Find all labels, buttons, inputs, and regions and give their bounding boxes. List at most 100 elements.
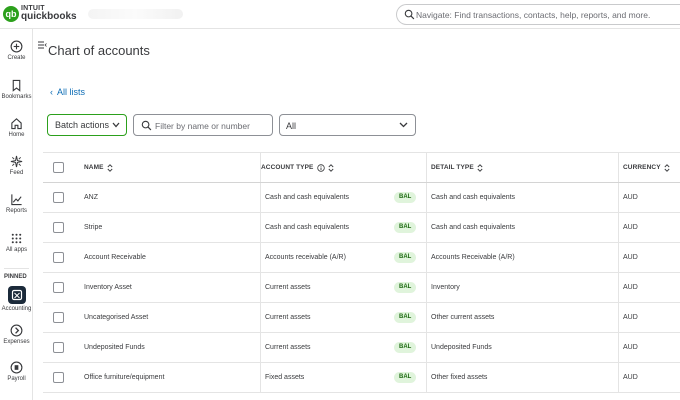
currency: AUD (623, 344, 638, 351)
row-checkbox-cell (53, 273, 73, 302)
account-name[interactable]: Inventory Asset (84, 273, 254, 302)
account-type-cell: Fixed assets BAL (260, 363, 426, 392)
top-bar: qb INTUIT quickbooks (0, 0, 680, 29)
table-header-row: NAME ACCOUNT TYPE DETAIL TYPE CURRENCY (43, 152, 680, 183)
detail-type-cell: Cash and cash equivalents (426, 183, 618, 212)
filter-field[interactable] (133, 114, 273, 136)
nav-item-home[interactable]: Home (0, 117, 33, 138)
table-row[interactable]: Undeposited Funds Current assets BAL Unde… (43, 333, 680, 363)
row-checkbox[interactable] (53, 192, 64, 203)
info-icon[interactable] (317, 163, 326, 172)
detail-type: Cash and cash equivalents (431, 194, 516, 201)
batch-actions-button[interactable]: Batch actions (47, 114, 127, 136)
nav-divider (4, 268, 29, 269)
nav-label-reports: Reports (5, 208, 27, 214)
row-checkbox[interactable] (53, 222, 64, 233)
grid-icon (11, 233, 22, 244)
batch-actions-label: Batch actions (55, 120, 110, 130)
account-type-select[interactable]: All (279, 114, 416, 136)
global-search[interactable] (396, 4, 680, 25)
table-row[interactable]: Uncategorised Asset Current assets BAL Ot… (43, 303, 680, 333)
table-row[interactable]: Office furniture/equipment Fixed assets B… (43, 363, 680, 393)
detail-type: Other fixed assets (431, 374, 488, 381)
filter-input[interactable] (155, 119, 270, 132)
table-row[interactable]: ANZ Cash and cash equivalents BAL Cash an… (43, 183, 680, 213)
currency-cell: AUD (618, 273, 680, 302)
currency: AUD (623, 224, 638, 231)
header-checkbox-cell (53, 153, 73, 182)
nav-item-payroll[interactable]: Payroll (0, 361, 33, 382)
account-name[interactable]: Account Receivable (84, 243, 254, 272)
nav-item-reports[interactable]: Reports (0, 193, 33, 214)
account-type: Cash and cash equivalents (265, 224, 350, 231)
nav-label-payroll: Payroll (7, 376, 26, 382)
brand-product: quickbooks (21, 11, 77, 22)
column-header-detail-type[interactable]: DETAIL TYPE (426, 153, 618, 182)
all-lists-label: All lists (57, 87, 86, 97)
brand-wordmark[interactable]: INTUIT quickbooks (21, 5, 77, 22)
column-header-currency[interactable]: CURRENCY (618, 153, 680, 182)
left-nav: Create Bookmarks Home Feed Reports All a… (0, 29, 33, 400)
balance-badge: BAL (394, 312, 417, 323)
nav-item-expenses[interactable]: Expenses (0, 324, 33, 345)
row-checkbox[interactable] (53, 312, 64, 323)
detail-type: Inventory (431, 284, 460, 291)
pinned-heading: PINNED (4, 274, 27, 280)
column-header-name[interactable]: NAME (84, 153, 254, 182)
column-header-account-type[interactable]: ACCOUNT TYPE (260, 153, 426, 182)
currency: AUD (623, 284, 638, 291)
detail-type: Undeposited Funds (431, 344, 492, 351)
account-name[interactable]: Uncategorised Asset (84, 303, 254, 332)
chevron-down-icon (112, 122, 120, 128)
nav-item-bookmarks[interactable]: Bookmarks (0, 79, 33, 100)
row-checkbox[interactable] (53, 282, 64, 293)
detail-type-cell: Other fixed assets (426, 363, 618, 392)
chart-line-icon (11, 194, 22, 206)
account-name[interactable]: Undeposited Funds (84, 333, 254, 362)
nav-item-accounting[interactable]: Accounting (0, 286, 33, 312)
select-all-checkbox[interactable] (53, 162, 64, 173)
nav-item-feed[interactable]: Feed (0, 155, 33, 176)
row-checkbox[interactable] (53, 372, 64, 383)
account-name[interactable]: Stripe (84, 213, 254, 242)
account-type-cell: Current assets BAL (260, 303, 426, 332)
row-checkbox-cell (53, 183, 73, 212)
nav-label-all-apps: All apps (5, 247, 28, 253)
balance-badge: BAL (394, 282, 417, 293)
account-name[interactable]: ANZ (84, 183, 254, 212)
column-header-name-label: NAME (84, 164, 104, 171)
chevron-left-icon: ‹ (50, 87, 53, 97)
nav-item-create[interactable]: Create (0, 40, 33, 61)
expenses-icon (10, 324, 23, 337)
all-lists-link[interactable]: ‹ All lists (50, 87, 85, 97)
page-title: Chart of accounts (48, 43, 150, 58)
account-type-select-value: All (286, 121, 297, 131)
payroll-icon (10, 361, 23, 374)
home-icon (11, 118, 22, 130)
collapse-menu-icon[interactable] (37, 40, 47, 50)
global-search-input[interactable] (416, 7, 676, 22)
sort-icon (477, 163, 483, 172)
account-name[interactable]: Office furniture/equipment (84, 363, 254, 392)
row-checkbox-cell (53, 333, 73, 362)
table-row[interactable]: Inventory Asset Current assets BAL Invent… (43, 273, 680, 303)
currency-cell: AUD (618, 303, 680, 332)
nav-label-home: Home (8, 132, 25, 138)
currency: AUD (623, 254, 638, 261)
row-checkbox[interactable] (53, 252, 64, 263)
account-type: Cash and cash equivalents (265, 194, 350, 201)
detail-type: Other current assets (431, 314, 495, 321)
nav-label-accounting: Accounting (1, 306, 32, 312)
table-row[interactable]: Account Receivable Accounts receivable (… (43, 243, 680, 273)
detail-type: Accounts Receivable (A/R) (431, 254, 515, 261)
detail-type-cell: Inventory (426, 273, 618, 302)
table-row[interactable]: Stripe Cash and cash equivalents BAL Cash… (43, 213, 680, 243)
nav-item-all-apps[interactable]: All apps (0, 232, 33, 253)
row-checkbox[interactable] (53, 342, 64, 353)
currency-cell: AUD (618, 183, 680, 212)
quickbooks-logo-icon[interactable]: qb (3, 6, 19, 22)
currency: AUD (623, 314, 638, 321)
account-type-cell: Current assets BAL (260, 273, 426, 302)
row-checkbox-cell (53, 243, 73, 272)
detail-type: Cash and cash equivalents (431, 224, 516, 231)
